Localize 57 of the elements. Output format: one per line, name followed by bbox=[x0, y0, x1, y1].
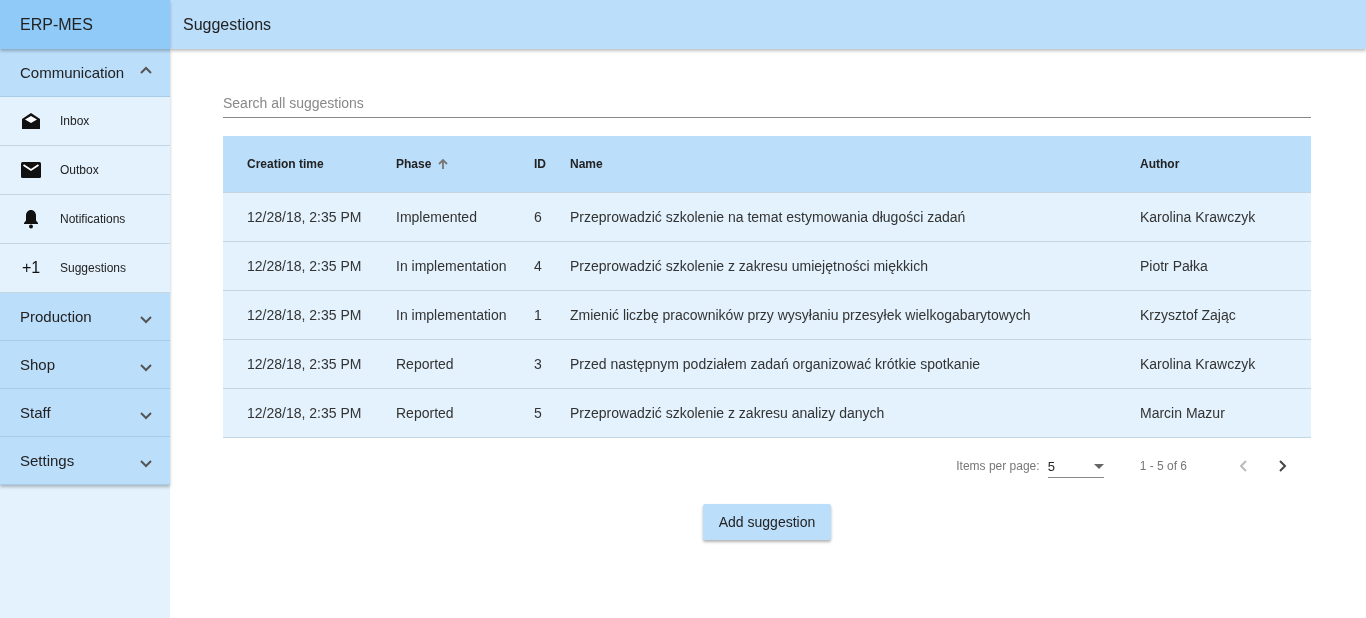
table-cell-text: 1 bbox=[534, 307, 543, 323]
column-header[interactable]: Phase bbox=[396, 157, 534, 171]
dropdown-caret-icon bbox=[1093, 463, 1104, 469]
app-title: ERP-MES bbox=[0, 0, 170, 49]
table-cell-text: Przeprowadzić szkolenie na temat estymowania długości zadań bbox=[570, 209, 967, 225]
table-cell-text: Reported bbox=[396, 405, 455, 421]
chevron-icon bbox=[140, 315, 152, 324]
chevron-icon bbox=[140, 65, 152, 74]
table-cell-text: Piotr Pałka bbox=[1140, 258, 1209, 274]
sidebar-section[interactable]: Production bbox=[0, 293, 170, 341]
table-cell-text: 12/28/18, 2:35 PM bbox=[246, 258, 363, 274]
column-header[interactable]: Name bbox=[570, 157, 1140, 171]
plus-one-icon: +1 bbox=[21, 259, 41, 277]
chevron-icon bbox=[140, 459, 152, 468]
table-cell-text: Karolina Krawczyk bbox=[1140, 356, 1257, 372]
table-cell-text: 12/28/18, 2:35 PM bbox=[246, 356, 363, 372]
table-cell-text: 12/28/18, 2:35 PM bbox=[246, 405, 363, 421]
bell-icon bbox=[23, 209, 39, 229]
table-cell-text: Implemented bbox=[396, 209, 478, 225]
table-cell-text: Krzysztof Zając bbox=[1140, 307, 1237, 323]
chevron-left-icon bbox=[1239, 460, 1247, 472]
table-cell-text: 6 bbox=[534, 209, 543, 225]
page-range: 1 - 5 of 6 bbox=[1139, 459, 1187, 473]
page-size-select[interactable]: 5 bbox=[1047, 454, 1104, 478]
table-cell-text: 5 bbox=[534, 405, 543, 421]
sidebar-section[interactable]: Settings bbox=[0, 437, 170, 485]
table-cell-text: Marcin Mazur bbox=[1140, 405, 1226, 421]
column-header[interactable]: ID bbox=[534, 157, 570, 171]
chevron-icon bbox=[140, 363, 152, 372]
table-cell-text: 3 bbox=[534, 356, 543, 372]
sidebar-item[interactable]: Inbox bbox=[0, 97, 170, 146]
search-field[interactable]: Search all suggestions bbox=[223, 91, 1311, 118]
table-cell-text: Karolina Krawczyk bbox=[1140, 209, 1257, 225]
add-suggestion-button[interactable]: Add suggestion bbox=[702, 504, 832, 540]
table-cell-text: Zmienić liczbę pracowników przy wysyłaniu przesyłek wielkogabarytowych bbox=[570, 307, 1032, 323]
table-cell-text: In implementation bbox=[396, 307, 508, 323]
sidebar-item[interactable]: Outbox bbox=[0, 146, 170, 195]
table-cell-text: 4 bbox=[534, 258, 543, 274]
table-cell-text: Przeprowadzić szkolenie z zakresu analizy danych bbox=[570, 405, 886, 421]
table-cell-text: Przeprowadzić szkolenie z zakresu umiejętności miękkich bbox=[570, 258, 929, 274]
sidebar-section[interactable]: Shop bbox=[0, 341, 170, 389]
sidebar-section[interactable]: Communication bbox=[0, 49, 170, 97]
table-cell-text: 12/28/18, 2:35 PM bbox=[246, 307, 363, 323]
column-header[interactable]: Author bbox=[1140, 157, 1311, 171]
column-header[interactable]: Creation time bbox=[223, 157, 396, 171]
sidebar-section[interactable]: Staff bbox=[0, 389, 170, 437]
chevron-icon bbox=[140, 411, 152, 420]
table-cell-text: Reported bbox=[396, 356, 455, 372]
envelope-icon bbox=[21, 162, 41, 178]
table-cell-text: 12/28/18, 2:35 PM bbox=[246, 209, 363, 225]
table-cell-text: In implementation bbox=[396, 258, 508, 274]
open-envelope-icon bbox=[21, 112, 41, 130]
table-cell-text: Przed następnym podziałem zadań organizować krótkie spotkanie bbox=[570, 356, 982, 372]
sidebar-item[interactable]: Notifications bbox=[0, 195, 170, 244]
items-per-page-label: Items per page: bbox=[956, 459, 1040, 473]
chevron-right-icon bbox=[1279, 460, 1287, 472]
page-title: Suggestions bbox=[183, 15, 272, 34]
